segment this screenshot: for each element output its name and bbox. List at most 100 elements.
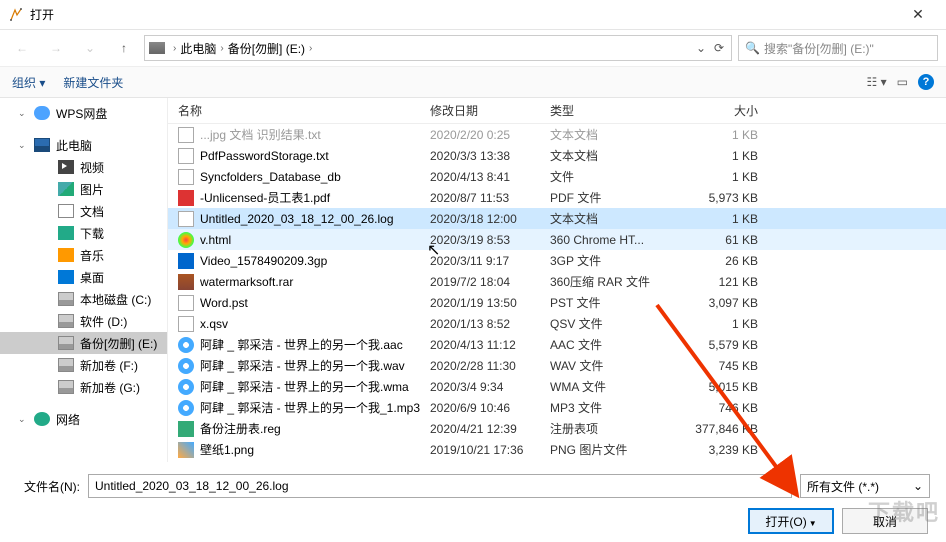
sidebar-item[interactable]: 新加卷 (G:) [0,376,167,398]
back-button[interactable]: ← [8,36,36,60]
up-button[interactable]: ↑ [110,36,138,60]
cancel-button[interactable]: 取消 [842,508,928,534]
file-icon [178,190,194,206]
table-row[interactable]: 阿肆 _ 郭采洁 - 世界上的另一个我.wav2020/2/28 11:30WA… [168,355,946,376]
col-type[interactable]: 类型 [550,102,678,119]
table-row[interactable]: Word.pst2020/1/19 13:50PST 文件3,097 KB [168,292,946,313]
sidebar-item-label: 文档 [80,203,104,220]
file-type: PDF 文件 [550,189,678,206]
i-doc-icon [58,204,74,218]
chevron-down-icon: ⌄ [913,479,923,493]
sidebar-item[interactable]: 桌面 [0,266,167,288]
file-size: 1 KB [678,149,778,163]
search-input[interactable]: 🔍 搜索"备份[勿删] (E:)" [738,35,938,61]
file-icon [178,295,194,311]
file-name: Word.pst [200,296,430,310]
sidebar-item[interactable]: 视频 [0,156,167,178]
table-row[interactable]: 备份注册表.reg2020/4/21 12:39注册表项377,846 KB [168,418,946,439]
column-headers: 名称 修改日期 类型 大小 [168,98,946,124]
breadcrumb[interactable]: › 此电脑 › 备份[勿删] (E:) › ⌄ ⟳ [144,35,732,61]
filename-input[interactable] [88,474,792,498]
sidebar-item-label: WPS网盘 [56,105,107,122]
sidebar-item[interactable]: 软件 (D:) [0,310,167,332]
breadcrumb-dropdown-icon[interactable]: ⌄ [693,41,709,55]
i-desk-icon [58,270,74,284]
file-name: 阿肆 _ 郭采洁 - 世界上的另一个我.aac [200,336,430,353]
table-row[interactable]: 阿肆 _ 郭采洁 - 世界上的另一个我_1.mp32020/6/9 10:46M… [168,397,946,418]
file-icon [178,169,194,185]
file-icon [178,253,194,269]
table-row[interactable]: 壁纸1.png2019/10/21 17:36PNG 图片文件3,239 KB [168,439,946,460]
file-icon [178,232,194,248]
table-row[interactable]: x.qsv2020/1/13 8:52QSV 文件1 KB [168,313,946,334]
file-icon [178,148,194,164]
table-row[interactable]: 阿肆 _ 郭采洁 - 世界上的另一个我.wma2020/3/4 9:34WMA … [168,376,946,397]
view-mode-button[interactable]: ☷ ▾ [867,75,887,89]
sidebar-item-label: 软件 (D:) [80,313,127,330]
organize-button[interactable]: 组织 ▾ [12,74,45,91]
table-row[interactable]: Untitled_2020_03_18_12_00_26.log2020/3/1… [168,208,946,229]
file-type-filter[interactable]: 所有文件 (*.*) ⌄ [800,474,930,498]
sidebar-item[interactable]: 新加卷 (F:) [0,354,167,376]
file-size: 745 KB [678,359,778,373]
navbar: ← → ⌄ ↑ › 此电脑 › 备份[勿删] (E:) › ⌄ ⟳ 🔍 搜索"备… [0,30,946,66]
preview-pane-button[interactable]: ▭ [897,75,908,89]
file-type: 360压缩 RAR 文件 [550,273,678,290]
sidebar-item[interactable]: 音乐 [0,244,167,266]
sidebar-item[interactable]: 文档 [0,200,167,222]
i-disk-icon [58,314,74,328]
file-type: MP3 文件 [550,399,678,416]
table-row[interactable]: Syncfolders_Database_db2020/4/13 8:41文件1… [168,166,946,187]
breadcrumb-segment[interactable]: 备份[勿删] (E:) [228,40,305,57]
file-name: -Unlicensed-员工表1.pdf [200,189,430,206]
table-row[interactable]: v.html2020/3/19 8:53360 Chrome HT...61 K… [168,229,946,250]
table-row[interactable]: PdfPasswordStorage.txt2020/3/3 13:38文本文档… [168,145,946,166]
table-row[interactable]: watermarksoft.rar2019/7/2 18:04360压缩 RAR… [168,271,946,292]
chevron-right-icon: › [173,43,176,54]
file-name: Video_1578490209.3gp [200,254,430,268]
col-name[interactable]: 名称 [178,102,430,119]
sidebar-item[interactable]: ⌄ WPS网盘 [0,102,167,124]
col-size[interactable]: 大小 [678,102,778,119]
file-type: 注册表项 [550,420,678,437]
file-type: PNG 图片文件 [550,441,678,458]
new-folder-button[interactable]: 新建文件夹 [63,74,123,91]
sidebar-item[interactable]: 图片 [0,178,167,200]
file-size: 3,097 KB [678,296,778,310]
table-row[interactable]: -Unlicensed-员工表1.pdf2020/8/7 11:53PDF 文件… [168,187,946,208]
file-icon [178,421,194,437]
i-disk-icon [58,336,74,350]
file-date: 2020/3/11 9:17 [430,254,550,268]
table-row[interactable]: 阿肆 _ 郭采洁 - 世界上的另一个我.aac2020/4/13 11:12AA… [168,334,946,355]
forward-button[interactable]: → [42,36,70,60]
col-date[interactable]: 修改日期 [430,102,550,119]
breadcrumb-segment[interactable]: 此电脑 [180,40,216,57]
refresh-button[interactable]: ⟳ [711,41,727,55]
sidebar-item[interactable]: 下载 [0,222,167,244]
chevron-icon: ⌄ [18,108,28,119]
file-icon [178,379,194,395]
file-size: 746 KB [678,401,778,415]
sidebar-item[interactable]: 本地磁盘 (C:) [0,288,167,310]
app-icon [8,7,24,23]
file-size: 3,239 KB [678,443,778,457]
close-button[interactable]: ✕ [898,6,938,23]
sidebar-item[interactable]: ⌄此电脑 [0,134,167,156]
file-size: 1 KB [678,317,778,331]
file-icon [178,400,194,416]
sidebar-item[interactable]: ⌄网络 [0,408,167,430]
table-row[interactable]: Video_1578490209.3gp2020/3/11 9:173GP 文件… [168,250,946,271]
i-disk-icon [58,292,74,306]
chevron-icon: ⌄ [18,140,28,151]
file-date: 2020/3/18 12:00 [430,212,550,226]
search-placeholder: 搜索"备份[勿删] (E:)" [764,40,874,57]
help-button[interactable]: ? [918,74,934,90]
sidebar-item[interactable]: 备份[勿删] (E:) [0,332,167,354]
window-title: 打开 [30,6,898,23]
open-button[interactable]: 打开(O)▼ [748,508,834,534]
recent-dropdown-icon[interactable]: ⌄ [76,36,104,60]
file-size: 121 KB [678,275,778,289]
table-row[interactable]: ...jpg 文档 识别结果.txt2020/2/20 0:25文本文档1 KB [168,124,946,145]
file-name: 阿肆 _ 郭采洁 - 世界上的另一个我.wma [200,378,430,395]
file-type: WMA 文件 [550,378,678,395]
